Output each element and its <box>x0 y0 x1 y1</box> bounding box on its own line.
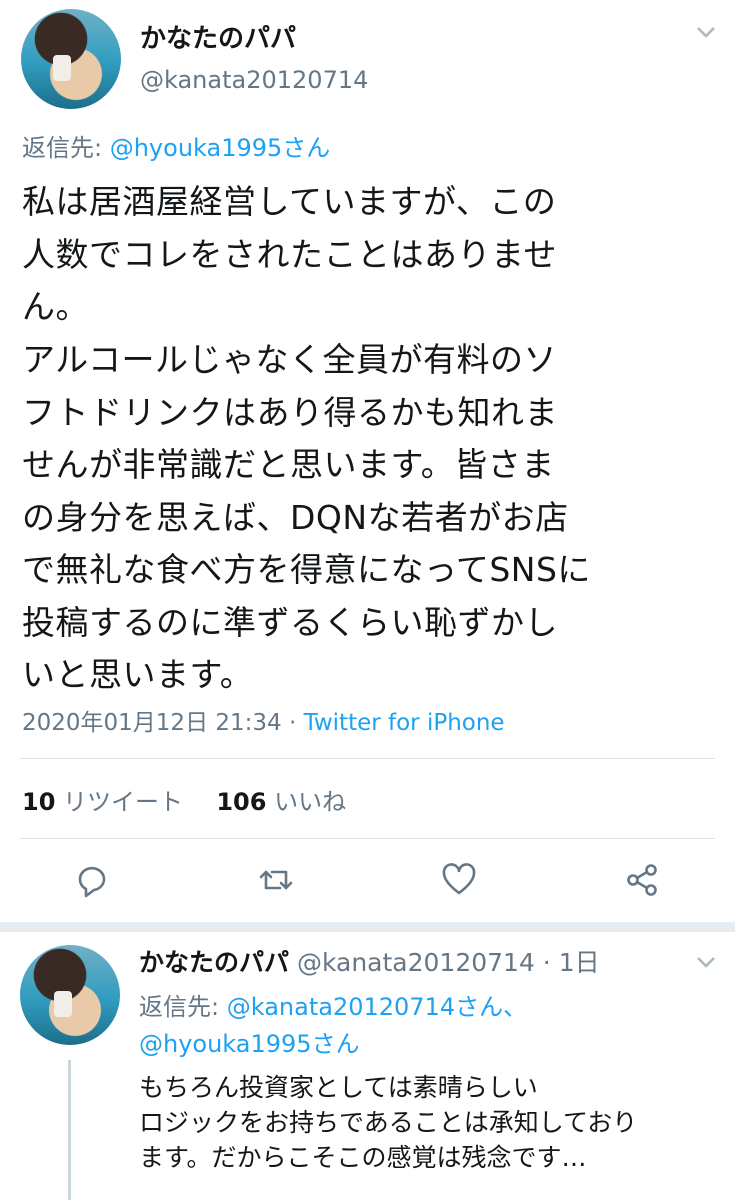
likes-count[interactable]: 106 <box>216 788 266 816</box>
reply-prefix: 返信先: <box>22 134 110 162</box>
tweet-text-line: 投稿するのに準ずるくらい恥ずかし <box>22 603 558 642</box>
retweet-icon[interactable] <box>256 860 296 900</box>
reply-to-link[interactable]: @kanata20120714さん、 <box>227 993 527 1021</box>
retweets-count[interactable]: 10 <box>22 788 55 816</box>
thread-line <box>68 1060 71 1200</box>
handle-time[interactable]: @kanata20120714 · 1日 <box>289 948 600 977</box>
reply-to-line: 返信先: @kanata20120714さん、 <box>139 987 527 1022</box>
chevron-down-icon[interactable] <box>694 24 718 40</box>
like-icon[interactable] <box>439 860 479 900</box>
section-separator <box>0 922 735 932</box>
reply-header: かなたのパパ @kanata20120714 · 1日 <box>139 943 600 979</box>
avatar[interactable] <box>21 9 121 109</box>
share-icon[interactable] <box>622 860 662 900</box>
source-link[interactable]: Twitter for iPhone <box>304 710 505 736</box>
tweet-text-line: ん。 <box>22 287 89 326</box>
tweet-text-line: いと思います。 <box>22 655 254 694</box>
engagement-stats: 10 リツイート 106 いいね <box>22 782 346 817</box>
tweet-text-line: せんが非常識だと思います。皆さま <box>22 445 555 484</box>
retweets-label[interactable]: リツイート <box>63 788 183 816</box>
reply-to-line: 返信先: @hyouka1995さん <box>22 128 330 163</box>
reply-prefix: 返信先: <box>139 993 227 1021</box>
tweet-text-line: 人数でコレをされたことはありませ <box>22 235 558 274</box>
tweet-text-line: 私は居酒屋経営していますが、この <box>22 182 557 221</box>
chevron-down-icon[interactable] <box>694 954 718 970</box>
timestamp[interactable]: 2020年01月12日 21:34 <box>22 710 282 736</box>
tweet-text-line: の身分を思えば、DQNな若者がお店 <box>22 498 569 537</box>
reply-to-line: @hyouka1995さん <box>139 1024 360 1059</box>
user-handle[interactable]: @kanata20120714 <box>140 66 368 94</box>
likes-label[interactable]: いいね <box>274 788 346 816</box>
reply-icon[interactable] <box>72 860 112 900</box>
reply-to-link[interactable]: @hyouka1995さん <box>139 1030 360 1058</box>
divider <box>20 838 715 839</box>
avatar[interactable] <box>20 945 120 1045</box>
reply-text-line: もちろん投資家としては素晴らしい <box>139 1073 538 1102</box>
reply-to-link[interactable]: @hyouka1995さん <box>110 134 331 162</box>
tweet-meta: 2020年01月12日 21:34 · Twitter for iPhone <box>22 703 505 737</box>
tweet-text-line: フトドリンクはあり得るかも知れま <box>22 393 558 432</box>
reply-text-line: ロジックをお持ちであることは承知しており <box>139 1108 638 1137</box>
display-name[interactable]: かなたのパパ <box>139 948 289 977</box>
tweet-text-line: アルコールじゃなく全員が有料のソ <box>22 340 558 379</box>
display-name[interactable]: かなたのパパ <box>140 18 296 55</box>
divider <box>20 758 715 759</box>
reply-text-line: ます。だからこそこの感覚は残念です… <box>139 1143 587 1172</box>
tweet-text-line: で無礼な食べ方を得意になってSNSに <box>22 550 591 589</box>
meta-separator: · <box>281 710 304 736</box>
